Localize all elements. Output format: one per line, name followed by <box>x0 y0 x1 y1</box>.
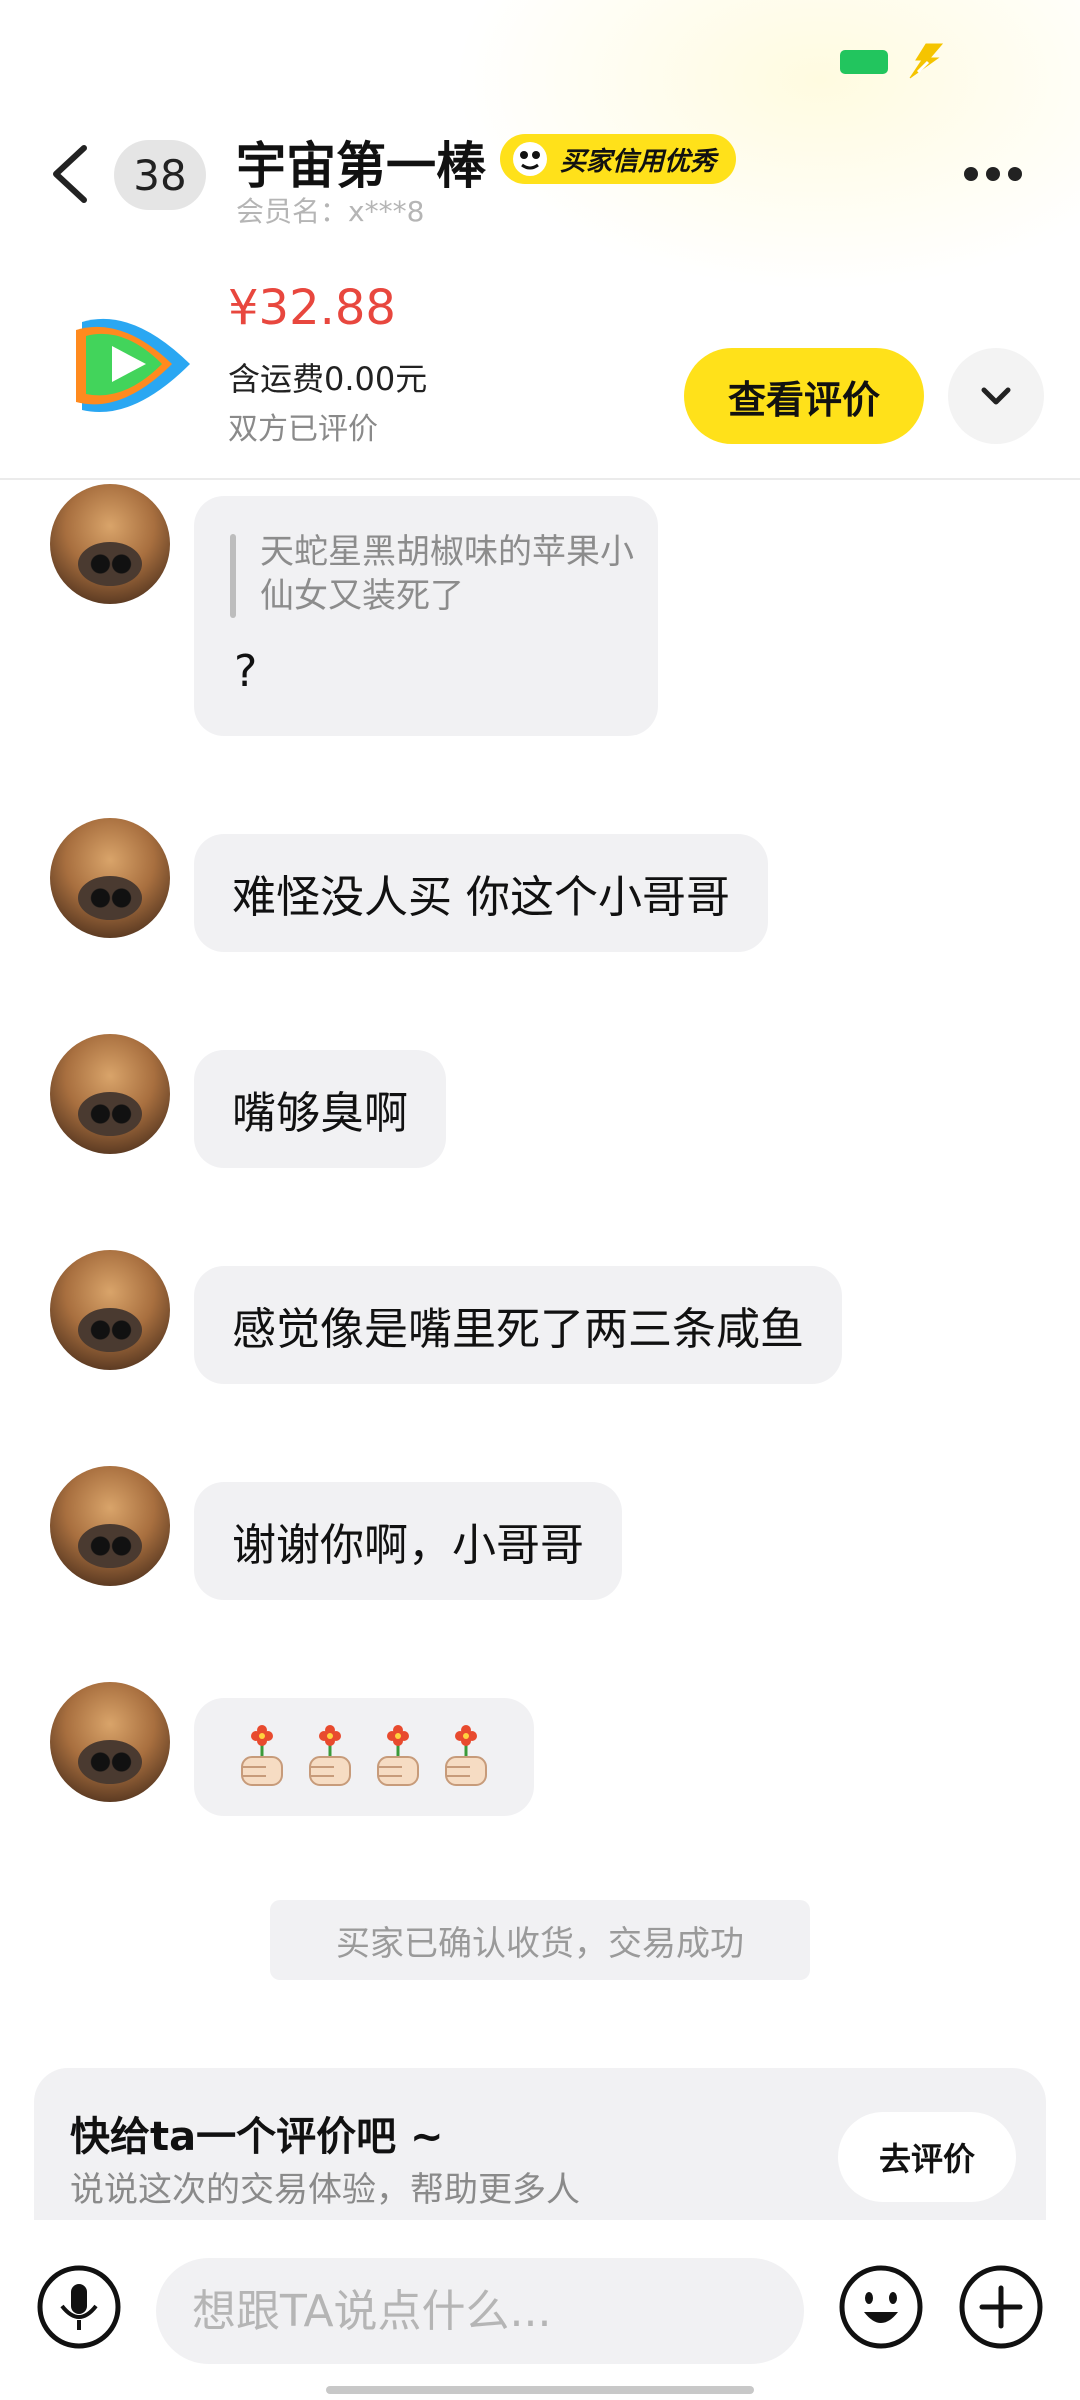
message-bubble[interactable]: 谢谢你啊，小哥哥 <box>194 1482 622 1600</box>
avatar[interactable] <box>50 818 170 938</box>
message-row: 谢谢你啊，小哥哥 <box>0 1466 1080 1606</box>
voice-icon[interactable] <box>36 2264 122 2350</box>
message-row <box>0 1682 1080 1822</box>
chat-header: 38 宇宙第一棒 买家信用优秀 会员名：x***8 <box>0 110 1080 240</box>
review-status: 双方已评价 <box>228 412 378 447</box>
status-bar <box>0 0 1080 110</box>
avatar[interactable] <box>50 1034 170 1154</box>
home-indicator <box>326 2386 754 2394</box>
emoji-message-bubble[interactable] <box>194 1698 534 1816</box>
chevron-down-icon <box>981 387 1011 405</box>
flower-thumb-emoji <box>241 1725 283 1786</box>
message-input[interactable] <box>156 2258 804 2364</box>
avatar[interactable] <box>50 1250 170 1370</box>
credit-badge-label: 买家信用优秀 <box>560 146 717 177</box>
review-prompt-title: 快给ta一个评价吧 ~ <box>70 2114 444 2160</box>
review-prompt-subtitle: 说说这次的交易体验，帮助更多人 <box>70 2170 580 2210</box>
flower-thumb-emoji <box>309 1725 351 1786</box>
charging-icon <box>909 43 944 79</box>
quoted-text: 天蛇星黑胡椒味的苹果小仙女又装死了 <box>260 532 634 616</box>
more-icon[interactable] <box>964 166 1034 190</box>
shipping-fee: 含运费0.00元 <box>228 360 428 398</box>
credit-badge: 买家信用优秀 <box>500 134 736 184</box>
plus-icon[interactable] <box>958 2264 1044 2350</box>
go-review-button[interactable]: 去评价 <box>838 2112 1016 2202</box>
tencent-video-logo <box>76 318 190 413</box>
quote-bar <box>230 534 236 618</box>
smiley-mascot-icon <box>513 142 547 176</box>
message-bubble[interactable]: 嘴够臭啊 <box>194 1050 446 1168</box>
input-bar <box>0 2222 1080 2400</box>
message-text: ? <box>234 646 258 697</box>
message-bubble[interactable]: 难怪没人买 你这个小哥哥 <box>194 834 768 952</box>
product-bar[interactable]: ¥32.88 含运费0.00元 双方已评价 查看评价 <box>0 262 1080 480</box>
back-icon[interactable] <box>44 140 96 208</box>
member-name: 会员名：x***8 <box>236 195 425 228</box>
emoji-icon[interactable] <box>838 2264 924 2350</box>
avatar[interactable] <box>50 1466 170 1586</box>
expand-button[interactable] <box>948 348 1044 444</box>
system-notice: 买家已确认收货，交易成功 <box>270 1900 810 1980</box>
message-row: 感觉像是嘴里死了两三条咸鱼 <box>0 1250 1080 1390</box>
view-review-button[interactable]: 查看评价 <box>684 348 924 444</box>
quote-message-bubble[interactable]: 天蛇星黑胡椒味的苹果小仙女又装死了 ? <box>194 496 658 736</box>
emoji-sequence <box>236 1725 492 1789</box>
message-row: 嘴够臭啊 <box>0 1034 1080 1174</box>
battery-icon <box>840 50 888 74</box>
message-row: 天蛇星黑胡椒味的苹果小仙女又装死了 ? <box>0 480 1080 740</box>
product-price: ¥32.88 <box>228 280 396 336</box>
avatar[interactable] <box>50 484 170 604</box>
flower-thumb-emoji <box>377 1725 419 1786</box>
unread-count-badge[interactable]: 38 <box>114 140 206 210</box>
message-row: 难怪没人买 你这个小哥哥 <box>0 818 1080 958</box>
message-bubble[interactable]: 感觉像是嘴里死了两三条咸鱼 <box>194 1266 842 1384</box>
flower-thumb-emoji <box>445 1725 487 1786</box>
avatar[interactable] <box>50 1682 170 1802</box>
review-prompt-card[interactable]: 快给ta一个评价吧 ~ 说说这次的交易体验，帮助更多人 去评价 <box>34 2068 1046 2220</box>
seller-name: 宇宙第一棒 <box>236 137 486 195</box>
message-list[interactable]: 天蛇星黑胡椒味的苹果小仙女又装死了 ? 难怪没人买 你这个小哥哥 嘴够臭啊 感觉… <box>0 480 1080 2220</box>
